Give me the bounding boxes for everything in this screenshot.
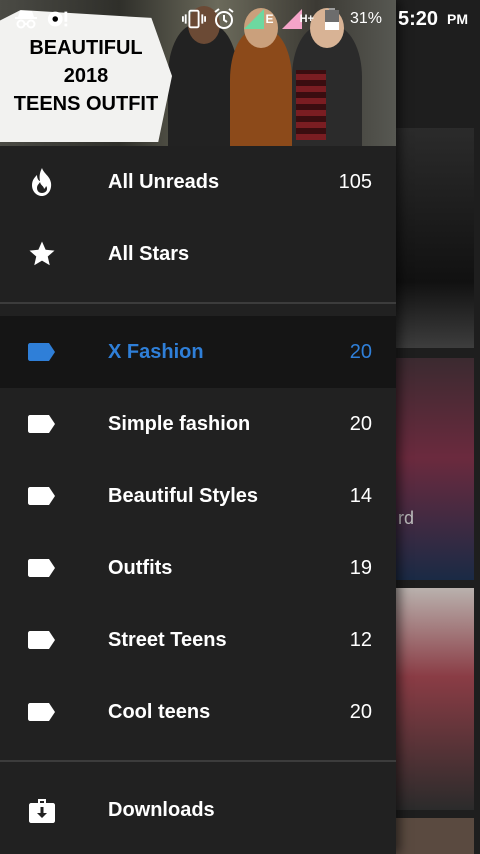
menu-item-label: Cool teens	[108, 700, 211, 723]
menu-item-label: All Stars	[108, 242, 190, 265]
menu-item-outfits[interactable]: Outfits 19	[0, 532, 396, 604]
menu-item-label: Downloads	[108, 798, 215, 821]
label-icon	[26, 552, 58, 584]
menu-item-cool-teens[interactable]: Cool teens 20	[0, 676, 396, 748]
label-icon	[26, 408, 58, 440]
menu-divider	[0, 302, 396, 304]
badge-line-1: BEAUTIFUL	[29, 37, 143, 59]
label-icon	[26, 696, 58, 728]
signal-icon	[242, 7, 266, 31]
label-icon	[26, 480, 58, 512]
navigation-drawer: BEAUTIFUL 2018 TEENS OUTFIT All Unreads …	[0, 0, 396, 854]
item-count: 12	[349, 628, 372, 651]
feed-partial-text: rd	[398, 508, 415, 528]
plaid-shirt	[296, 70, 326, 140]
item-count: 20	[349, 412, 372, 435]
star-icon	[26, 238, 58, 270]
menu-item-beautiful-styles[interactable]: Beautiful Styles 14	[0, 460, 396, 532]
alarm-icon	[212, 7, 236, 31]
unread-count: 105	[338, 170, 372, 193]
network-type-label: E	[265, 12, 274, 26]
vibrate-icon	[181, 7, 206, 31]
menu-item-downloads[interactable]: Downloads	[0, 774, 396, 846]
clock-time: 5:20	[397, 7, 438, 30]
badge-line-2: 2018	[63, 65, 109, 87]
feed-image-tile[interactable]	[396, 588, 474, 810]
photo-person	[230, 8, 292, 146]
feed-image-tile[interactable]	[396, 128, 474, 348]
battery-icon	[320, 7, 344, 31]
feed-image-tile[interactable]	[396, 818, 474, 854]
menu-item-all-unreads[interactable]: All Unreads 105	[0, 146, 396, 218]
menu-item-street-teens[interactable]: Street Teens 12	[0, 604, 396, 676]
network-type-label-2: H+	[299, 13, 314, 25]
menu-item-x-fashion[interactable]: X Fashion 20	[0, 316, 396, 388]
feed-image-tile[interactable]	[396, 358, 474, 580]
menu-item-label: Outfits	[108, 556, 173, 579]
menu-item-label: Simple fashion	[108, 412, 251, 435]
item-count: 14	[349, 484, 372, 507]
downloads-icon	[26, 794, 58, 826]
notification-alert-icon	[46, 7, 70, 31]
badge-line-3: TEENS OUTFIT	[13, 93, 159, 115]
status-bar: E H+ 31% 5:20 PM	[0, 0, 480, 38]
battery-percent: 31%	[349, 10, 382, 27]
label-icon	[26, 336, 58, 368]
menu-item-label: Beautiful Styles	[108, 484, 259, 507]
photo-person	[168, 6, 238, 146]
fire-icon	[26, 166, 58, 198]
menu-item-label: Street Teens	[108, 628, 227, 651]
clock-ampm: PM	[447, 11, 468, 27]
menu-divider	[0, 760, 396, 762]
item-count: 20	[349, 340, 372, 363]
incognito-icon	[14, 7, 38, 31]
label-icon	[26, 624, 58, 656]
menu-item-label: X Fashion	[108, 340, 204, 363]
menu-item-all-stars[interactable]: All Stars	[0, 218, 396, 290]
menu-item-label: All Unreads	[108, 170, 220, 193]
item-count: 19	[349, 556, 372, 579]
menu-item-simple-fashion[interactable]: Simple fashion 20	[0, 388, 396, 460]
item-count: 20	[349, 700, 372, 723]
